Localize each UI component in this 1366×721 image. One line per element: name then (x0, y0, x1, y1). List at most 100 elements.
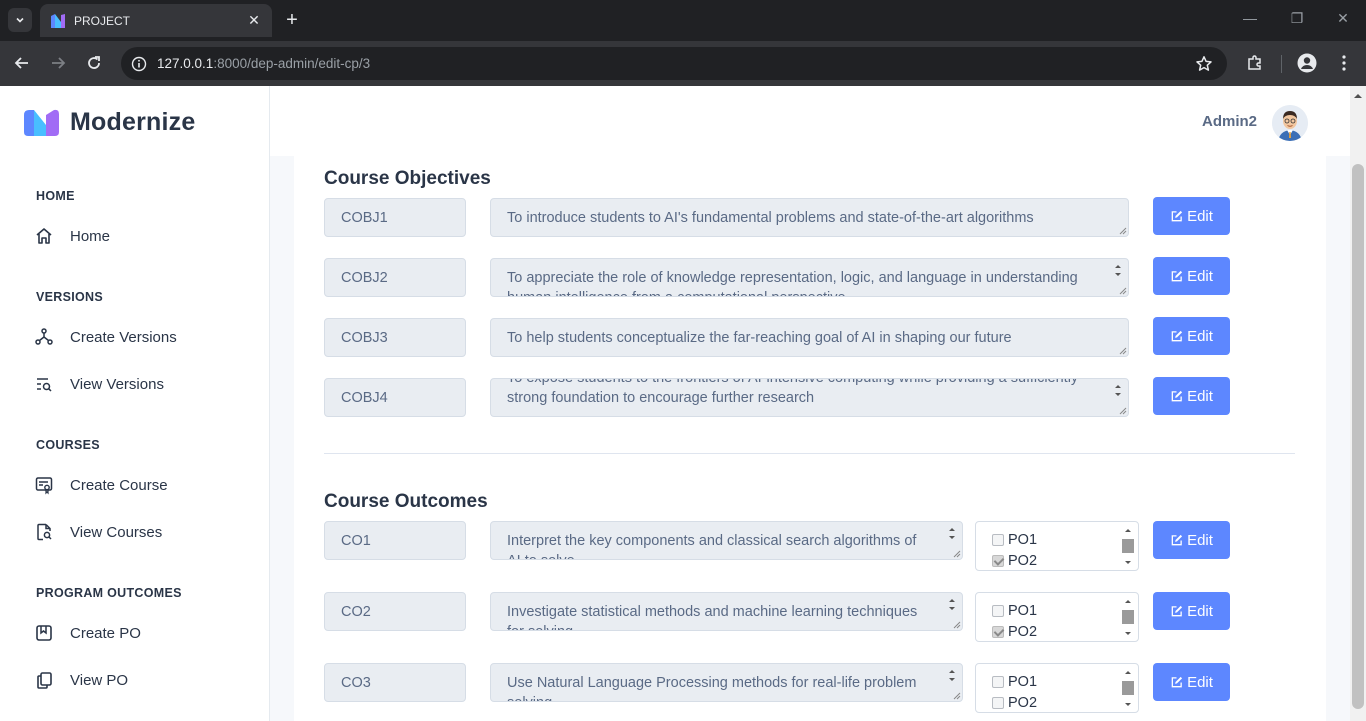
resize-handle-icon[interactable] (952, 620, 961, 629)
po-checkbox[interactable] (992, 534, 1004, 546)
sidebar-item-view-versions[interactable]: View Versions (34, 372, 164, 396)
outcome-code-field[interactable]: CO3 (324, 663, 466, 702)
po-option-label: PO1 (1008, 674, 1038, 690)
modernize-logo-icon (24, 109, 59, 136)
address-bar[interactable]: 127.0.0.1:8000/dep-admin/edit-cp/3 (121, 47, 1227, 80)
bookmark-icon (36, 625, 52, 641)
edit-icon (1171, 676, 1183, 687)
outcome-text-field[interactable]: Use Natural Language Processing methods … (490, 663, 963, 702)
scroll-up-icon[interactable] (1350, 88, 1366, 104)
sidebar-item-label: Home (70, 227, 111, 245)
objective-text-field[interactable]: To help students conceptualize the far-r… (490, 318, 1129, 357)
outcome-text-field[interactable]: Investigate statistical methods and mach… (490, 592, 963, 631)
brand-name: Modernize (70, 108, 196, 136)
po-option-label: PO2 (1008, 553, 1038, 569)
po-scrollbar[interactable] (1122, 668, 1134, 710)
po-option-label: PO2 (1008, 624, 1038, 640)
reload-icon[interactable] (84, 53, 104, 73)
edit-outcome-button[interactable]: Edit (1153, 521, 1230, 559)
restore-icon[interactable]: ❐ (1287, 10, 1307, 27)
objective-code-field[interactable]: COBJ1 (324, 198, 466, 237)
objective-text-field[interactable]: To expose students to the frontiers of A… (490, 378, 1129, 417)
resize-handle-icon[interactable] (1118, 346, 1127, 355)
po-option[interactable]: PO2 (992, 695, 1037, 711)
po-checkbox[interactable] (992, 555, 1004, 567)
new-tab-icon[interactable]: + (282, 9, 302, 31)
edit-button-label: Edit (1187, 531, 1213, 549)
edit-button-label: Edit (1187, 267, 1213, 285)
sidebar-item-home[interactable]: Home (34, 224, 110, 248)
url-host: 127.0.0.1 (157, 56, 214, 71)
file-search-icon (37, 523, 52, 541)
outcomes-title: Course Outcomes (324, 491, 488, 512)
sidebar-item-create-course[interactable]: Create Course (34, 473, 168, 497)
forward-icon[interactable] (48, 53, 68, 73)
edit-objective-button[interactable]: Edit (1153, 257, 1230, 295)
po-multiselect[interactable]: PO1 PO2 (975, 521, 1139, 571)
tab-search-button[interactable] (8, 8, 32, 32)
po-scrollbar[interactable] (1122, 526, 1134, 568)
top-header: Admin2 (270, 86, 1350, 156)
sidebar-item-view-courses[interactable]: View Courses (34, 520, 162, 544)
sidebar-item-create-po[interactable]: Create PO (34, 621, 141, 645)
edit-objective-button[interactable]: Edit (1153, 377, 1230, 415)
objective-text-field[interactable]: To introduce students to AI's fundamenta… (490, 198, 1129, 237)
outcome-code-field[interactable]: CO2 (324, 592, 466, 631)
browser-tab[interactable]: PROJECT ✕ (40, 4, 272, 37)
po-multiselect[interactable]: PO1 PO2 (975, 592, 1139, 642)
edit-button-label: Edit (1187, 387, 1213, 405)
edit-objective-button[interactable]: Edit (1153, 197, 1230, 235)
bookmark-star-icon[interactable] (1195, 55, 1213, 73)
user-name[interactable]: Admin2 (1202, 113, 1257, 130)
po-option[interactable]: PO1 (992, 603, 1037, 619)
resize-handle-icon[interactable] (1118, 226, 1127, 235)
po-option[interactable]: PO2 (992, 553, 1037, 569)
objective-code-field[interactable]: COBJ3 (324, 318, 466, 357)
outcome-code-field[interactable]: CO1 (324, 521, 466, 560)
sidebar-item-label: View Courses (70, 523, 163, 541)
minimize-icon[interactable]: — (1240, 10, 1260, 26)
nav-section-program-outcomes: PROGRAM OUTCOMES (36, 586, 182, 600)
browser-menu-icon[interactable] (1334, 53, 1354, 73)
back-icon[interactable] (12, 53, 32, 73)
resize-handle-icon[interactable] (1118, 406, 1127, 415)
edit-outcome-button[interactable]: Edit (1153, 592, 1230, 630)
browser-tabbar: PROJECT ✕ + — ❐ ✕ (0, 0, 1366, 41)
edit-objective-button[interactable]: Edit (1153, 317, 1230, 355)
po-checkbox[interactable] (992, 626, 1004, 638)
close-tab-icon[interactable]: ✕ (246, 12, 262, 29)
sidebar-item-create-versions[interactable]: Create Versions (34, 325, 177, 349)
po-multiselect[interactable]: PO1 PO2 (975, 663, 1139, 713)
po-option[interactable]: PO1 (992, 532, 1037, 548)
po-checkbox[interactable] (992, 676, 1004, 688)
po-option[interactable]: PO1 (992, 674, 1037, 690)
resize-handle-icon[interactable] (1118, 286, 1127, 295)
page-scrollbar-thumb[interactable] (1352, 164, 1364, 709)
close-window-icon[interactable]: ✕ (1333, 10, 1353, 27)
po-option[interactable]: PO2 (992, 624, 1037, 640)
site-info-icon[interactable] (131, 56, 147, 72)
objective-code-field[interactable]: COBJ4 (324, 378, 466, 417)
outcome-text-field[interactable]: Interpret the key components and classic… (490, 521, 963, 560)
resize-handle-icon[interactable] (952, 549, 961, 558)
profile-icon[interactable] (1297, 53, 1317, 73)
po-checkbox[interactable] (992, 697, 1004, 709)
sidebar-item-view-po[interactable]: View PO (34, 668, 128, 692)
objective-text-field[interactable]: To appreciate the role of knowledge repr… (490, 258, 1129, 297)
po-scrollbar[interactable] (1122, 597, 1134, 639)
resize-handle-icon[interactable] (952, 691, 961, 700)
brand[interactable]: Modernize (24, 108, 195, 137)
outcome-text: Interpret the key components and classic… (507, 533, 917, 559)
sidebar: Modernize HOME Home VERSIONS Create Vers… (0, 86, 270, 721)
edit-outcome-button[interactable]: Edit (1153, 663, 1230, 701)
copy-icon (37, 672, 52, 689)
outcome-text: Use Natural Language Processing methods … (507, 675, 917, 701)
avatar[interactable] (1272, 105, 1308, 141)
objective-code-field[interactable]: COBJ2 (324, 258, 466, 297)
edit-course-card: Course Objectives COBJ1 To introduce stu… (294, 156, 1326, 721)
po-checkbox[interactable] (992, 605, 1004, 617)
sidebar-item-label: Create PO (70, 624, 141, 642)
objectives-title: Course Objectives (324, 168, 491, 189)
objective-text: To appreciate the role of knowledge repr… (507, 270, 1078, 296)
extensions-icon[interactable] (1245, 53, 1265, 73)
